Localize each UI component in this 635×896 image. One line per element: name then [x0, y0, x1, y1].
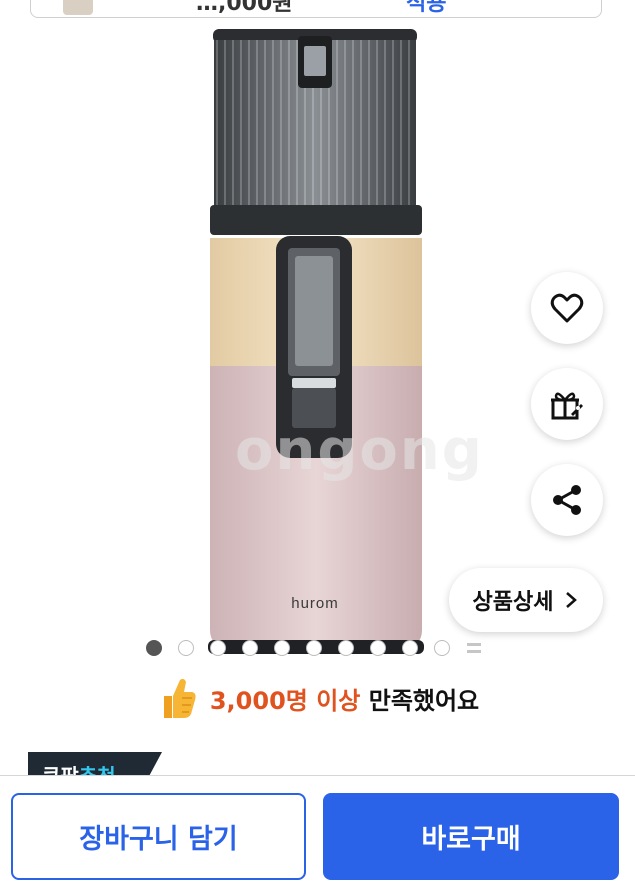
svg-text:hurom: hurom [291, 595, 339, 612]
satisfaction-count: 3,000명 이상 [209, 686, 361, 715]
share-button[interactable] [531, 464, 603, 536]
product-detail-button[interactable]: 상품상세 [449, 568, 603, 632]
gallery-dot[interactable] [402, 640, 418, 656]
buy-now-button[interactable]: 바로구매 [323, 793, 619, 880]
gallery-more-icon[interactable] [466, 640, 482, 656]
product-detail-label: 상품상세 [472, 590, 554, 615]
image-watermark: ongong [235, 418, 484, 483]
gallery-dot[interactable] [242, 640, 258, 656]
gallery-dot[interactable] [370, 640, 386, 656]
chevron-right-icon [566, 592, 578, 608]
gallery-dot[interactable] [178, 640, 194, 656]
product-page: …,000원 적용 hurom ongong 상품상세 3,000명 이상 만족… [0, 0, 635, 896]
gallery-dot[interactable] [434, 640, 450, 656]
heart-outline-icon [550, 293, 584, 323]
bottom-action-bar: 장바구니 담기 바로구매 [0, 775, 635, 896]
satisfaction-banner: 3,000명 이상 만족했어요 [0, 668, 635, 728]
gift-rocket-icon [551, 392, 583, 420]
gallery-pagination [146, 640, 482, 656]
satisfaction-text: 만족했어요 [368, 686, 480, 715]
add-to-cart-button[interactable]: 장바구니 담기 [11, 793, 306, 880]
gallery-dot[interactable] [338, 640, 354, 656]
gift-button[interactable] [531, 368, 603, 440]
wishlist-button[interactable] [531, 272, 603, 344]
gallery-dot[interactable] [210, 640, 226, 656]
gallery-dot[interactable] [274, 640, 290, 656]
thumbs-up-icon [163, 678, 196, 718]
share-icon [553, 485, 581, 515]
gallery-dot[interactable] [306, 640, 322, 656]
gallery-dot[interactable] [146, 640, 162, 656]
